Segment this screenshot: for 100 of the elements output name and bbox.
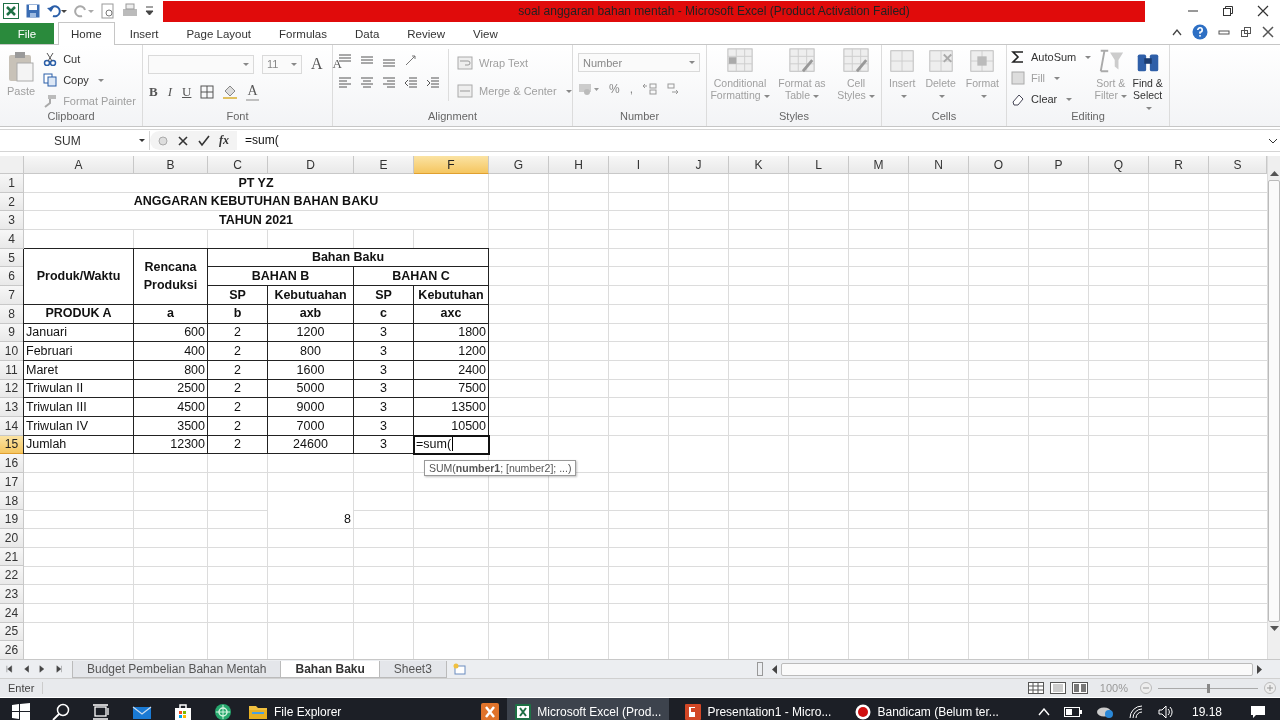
name-box[interactable]: SUM — [0, 131, 150, 150]
column-header[interactable]: C — [208, 156, 268, 174]
taskbar-app[interactable]: Presentation1 - Micro... — [677, 698, 840, 720]
search-icon[interactable] — [52, 702, 70, 720]
row-header[interactable]: 4 — [0, 230, 24, 249]
store-icon[interactable] — [174, 702, 192, 720]
column-header[interactable]: F — [414, 156, 489, 174]
page-layout-view-icon[interactable] — [1049, 682, 1066, 694]
restore-icon[interactable] — [1221, 5, 1234, 17]
start-icon[interactable] — [12, 702, 30, 720]
column-header[interactable]: K — [729, 156, 789, 174]
row-header[interactable]: 23 — [0, 585, 24, 604]
ribbon-tab[interactable]: File — [0, 23, 54, 44]
editing-button[interactable]: AutoSum — [1009, 47, 1094, 67]
column-header[interactable]: J — [669, 156, 729, 174]
enter-icon[interactable] — [198, 134, 210, 147]
italic-button[interactable]: I — [166, 84, 173, 100]
copy-button[interactable]: Copy — [41, 70, 138, 90]
increase-indent-icon[interactable] — [426, 76, 440, 90]
column-header[interactable]: R — [1149, 156, 1209, 174]
cut-button[interactable]: Cut — [41, 49, 138, 69]
column-header[interactable]: B — [134, 156, 208, 174]
number-format-field[interactable]: Number — [578, 53, 700, 72]
sheet-nav-icon[interactable] — [22, 665, 29, 673]
column-header[interactable]: D — [268, 156, 354, 174]
row-header[interactable]: 22 — [0, 566, 24, 586]
zoom-slider-thumb[interactable] — [1207, 683, 1210, 693]
column-header[interactable]: N — [909, 156, 969, 174]
taskbar-app[interactable]: Bandicam (Belum ter... — [847, 698, 1007, 720]
minimize-icon[interactable] — [1218, 27, 1230, 37]
sheet-tab[interactable]: Bahan Baku — [280, 660, 380, 678]
editing-button[interactable]: Clear — [1009, 89, 1094, 109]
scroll-right-icon[interactable] — [1257, 664, 1263, 674]
font-color-button[interactable]: A — [246, 83, 259, 101]
column-header[interactable]: Q — [1089, 156, 1149, 174]
page-break-view-icon[interactable] — [1071, 682, 1088, 694]
column-header[interactable]: P — [1029, 156, 1089, 174]
notifications-icon[interactable] — [1250, 704, 1266, 719]
grow-font-button[interactable]: A — [310, 55, 324, 73]
ribbon-tab[interactable]: Data — [342, 23, 393, 44]
fill-color-icon[interactable] — [222, 85, 239, 99]
column-header[interactable]: A — [24, 156, 134, 174]
ribbon-tab[interactable]: Home — [58, 22, 115, 45]
restore-icon[interactable] — [1240, 26, 1252, 38]
wifi-icon[interactable] — [1127, 704, 1144, 719]
row-header[interactable]: 7 — [0, 286, 24, 305]
row-header[interactable]: 17 — [0, 473, 24, 492]
close-icon[interactable] — [1262, 26, 1274, 38]
close-icon[interactable] — [1256, 5, 1269, 17]
ribbon-tab[interactable]: View — [460, 23, 511, 44]
xampp-icon[interactable] — [481, 702, 500, 720]
sheet-nav-icon[interactable] — [55, 665, 62, 673]
column-header[interactable]: I — [609, 156, 669, 174]
row-header[interactable]: 16 — [0, 454, 24, 473]
row-header[interactable]: 20 — [0, 529, 24, 548]
bold-button[interactable]: B — [148, 84, 159, 100]
sheet-nav-icon[interactable] — [39, 665, 46, 673]
shrink-font-button[interactable]: A — [331, 56, 343, 72]
print-preview-icon[interactable] — [101, 3, 115, 19]
save-icon[interactable] — [26, 4, 40, 18]
underline-button[interactable]: U — [181, 84, 193, 100]
ribbon-tab[interactable]: Formulas — [266, 23, 340, 44]
border-icon[interactable] — [200, 85, 215, 99]
tray-expand-icon[interactable] — [1037, 707, 1050, 716]
formula-field[interactable]: =sum( — [237, 131, 1267, 150]
vertical-scrollbar[interactable] — [1267, 156, 1280, 659]
decrease-indent-icon[interactable] — [404, 76, 418, 90]
insert-function-button[interactable]: fx — [219, 133, 229, 148]
split-handle-icon[interactable] — [757, 662, 763, 676]
ribbon-tab[interactable]: Page Layout — [173, 23, 265, 44]
speaker-icon[interactable] — [1157, 704, 1174, 719]
font-size-field[interactable]: 11 — [262, 54, 302, 74]
flower-app-icon[interactable] — [214, 702, 232, 720]
clock[interactable]: 19.18 — [1191, 704, 1222, 719]
taskbar-app[interactable]: File Explorer — [240, 698, 350, 720]
column-header[interactable]: S — [1209, 156, 1267, 174]
ribbon-tab[interactable]: Insert — [116, 23, 172, 44]
column-header[interactable]: E — [354, 156, 414, 174]
sheet-nav-icon[interactable] — [6, 665, 13, 673]
resize-handle-icon[interactable] — [158, 135, 168, 146]
scroll-left-icon[interactable] — [771, 664, 777, 674]
scrollbar-thumb[interactable] — [1268, 180, 1280, 622]
row-header[interactable]: 1 — [0, 174, 24, 193]
column-header[interactable]: G — [489, 156, 549, 174]
row-header[interactable]: 26 — [0, 641, 24, 659]
column-header[interactable]: M — [849, 156, 909, 174]
percent-button[interactable]: % — [608, 82, 621, 96]
taskbar-app[interactable]: Microsoft Excel (Prod... — [507, 698, 670, 720]
font-name-field[interactable] — [148, 54, 254, 74]
excel-logo-icon[interactable] — [3, 3, 19, 19]
column-header[interactable]: O — [969, 156, 1029, 174]
collapse-ribbon-icon[interactable] — [1172, 28, 1182, 36]
column-header[interactable]: L — [789, 156, 849, 174]
row-header[interactable]: 3 — [0, 211, 24, 231]
scroll-up-icon[interactable] — [1269, 170, 1279, 176]
row-header[interactable]: 13 — [0, 398, 24, 417]
row-header[interactable]: 19 — [0, 510, 24, 530]
normal-view-icon[interactable] — [1027, 682, 1044, 694]
cancel-icon[interactable] — [177, 134, 189, 147]
row-header[interactable]: 6 — [0, 267, 24, 287]
